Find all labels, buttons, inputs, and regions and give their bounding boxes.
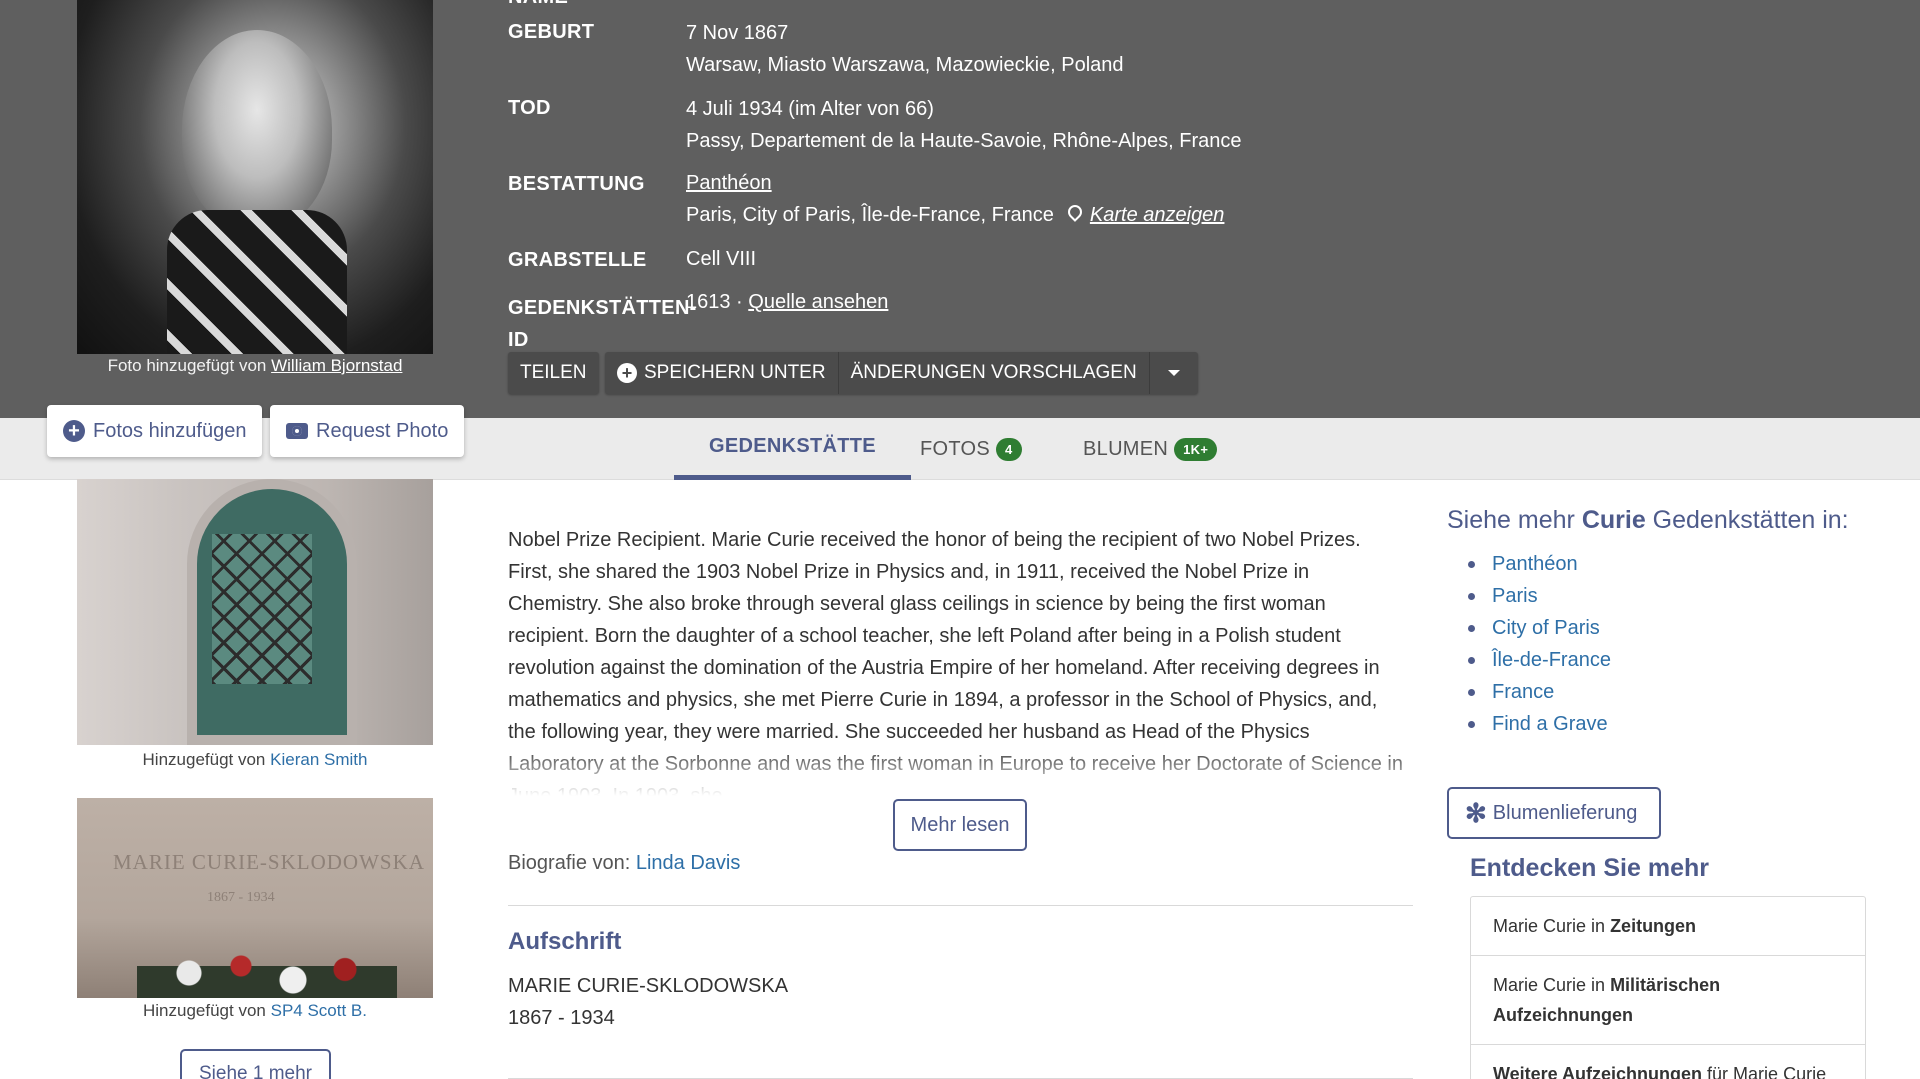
discover-more-records-link[interactable]: Weitere Aufzeichnungen für Marie Curie [1471, 1045, 1865, 1079]
request-photo-label: Request Photo [316, 419, 449, 442]
portrait-collar [167, 210, 347, 354]
burial-place: Paris, City of Paris, Île-de-France, Fra… [686, 204, 1054, 226]
save-to-button[interactable]: + SPEICHERN UNTER [605, 352, 839, 394]
memorial-id-value: 1613 · Quelle ansehen [686, 286, 888, 318]
bio-author: Biografie von: Linda Davis [508, 852, 740, 875]
flower-icon: ✻ [1465, 797, 1487, 828]
death-label: TOD [508, 97, 551, 119]
show-map-link[interactable]: Karte anzeigen [1090, 204, 1225, 226]
tomb-flowers [137, 938, 397, 998]
death-value: 4 Juli 1934 (im Alter von 66) Passy, Dep… [686, 93, 1241, 157]
location-link-pantheon[interactable]: Panthéon [1466, 548, 1611, 580]
cemetery-link[interactable]: Panthéon [686, 172, 772, 194]
birth-date: 7 Nov 1867 [686, 22, 789, 44]
birth-place: Warsaw, Miasto Warszawa, Mazowieckie, Po… [686, 54, 1124, 76]
request-photo-button[interactable]: Request Photo [270, 405, 465, 457]
flowers-count-badge: 1K+ [1174, 437, 1218, 461]
name-label: NAME [508, 0, 568, 9]
contributor-link[interactable]: SP4 Scott B. [271, 1001, 367, 1020]
caption-prefix: Hinzugefügt von [143, 1001, 266, 1020]
location-link-find-a-grave[interactable]: Find a Grave [1466, 708, 1611, 740]
memorial-id-label-line1: GEDENKSTÄTTEN- [508, 297, 697, 319]
location-list: Panthéon Paris City of Paris Île-de-Fran… [1466, 548, 1611, 740]
plot-label: GRABSTELLE [508, 249, 647, 271]
inscription-line: 1867 - 1934 [508, 1007, 615, 1029]
thumbnail-caption: Hinzugefügt von Kieran Smith [77, 750, 433, 770]
divider [508, 905, 1413, 906]
see-more-memorials-heading: Siehe mehr Curie Gedenkstätten in: [1447, 506, 1849, 535]
discover-item-prefix: Marie Curie in [1493, 975, 1606, 995]
tab-flowers[interactable]: BLUMEN 1K+ [1083, 418, 1218, 480]
caret-down-icon [1167, 370, 1180, 376]
main-photo-caption: Foto hinzugefügt von William Bjornstad [77, 356, 433, 376]
location-link-france[interactable]: France [1466, 676, 1611, 708]
thumbnail-caption: Hinzugefügt von SP4 Scott B. [77, 1001, 433, 1021]
crypt-door-photo[interactable] [77, 479, 433, 745]
location-link-ile-de-france[interactable]: Île-de-France [1466, 644, 1611, 676]
flower-delivery-label: Blumenlieferung [1492, 801, 1638, 824]
camera-icon [286, 423, 308, 439]
add-photos-button[interactable]: + Fotos hinzufügen [47, 405, 263, 457]
inscription-text: MARIE CURIE-SKLODOWSKA 1867 - 1934 [508, 970, 788, 1034]
engraved-name: MARIE CURIE-SKLODOWSKA [113, 850, 425, 874]
location-link-paris[interactable]: Paris [1466, 580, 1611, 612]
caption-prefix: Foto hinzugefügt von [107, 356, 267, 375]
add-photos-label: Fotos hinzufügen [93, 419, 247, 442]
death-date: 4 Juli 1934 (im Alter von 66) [686, 98, 934, 120]
birth-value: 7 Nov 1867 Warsaw, Miasto Warszawa, Mazo… [686, 17, 1124, 81]
view-source-link[interactable]: Quelle ansehen [748, 291, 888, 313]
tab-flowers-label: BLUMEN [1083, 437, 1169, 460]
discover-item-bold: Zeitungen [1610, 916, 1697, 936]
bio-author-label: Biografie von: [508, 852, 631, 874]
discover-item-prefix: Marie Curie in [1493, 916, 1606, 936]
death-place: Passy, Departement de la Haute-Savoie, R… [686, 130, 1242, 152]
tomb-inscription-photo[interactable]: MARIE CURIE-SKLODOWSKA 1867 - 1934 [77, 798, 433, 998]
plot-value: Cell VIII [686, 248, 757, 270]
discover-item-suffix: für Marie Curie [1707, 1064, 1827, 1079]
engraved-years: 1867 - 1934 [207, 890, 275, 905]
share-button[interactable]: TEILEN [508, 352, 599, 394]
birth-label: GEBURT [508, 21, 595, 43]
plus-circle-icon: + [63, 420, 85, 442]
map-pin-icon [1064, 202, 1085, 222]
bio-author-link[interactable]: Linda Davis [636, 852, 741, 874]
tab-memorial-label: GEDENKSTÄTTE [709, 435, 876, 457]
inscription-title: Aufschrift [508, 928, 622, 955]
read-more-button[interactable]: Mehr lesen [893, 799, 1027, 851]
discover-military-records-link[interactable]: Marie Curie in Militärischen Aufzeichnun… [1471, 956, 1865, 1045]
location-link-city-of-paris[interactable]: City of Paris [1466, 612, 1611, 644]
photos-count-badge: 4 [996, 437, 1022, 461]
tab-photos-label: FOTOS [920, 437, 991, 460]
photo-author-link[interactable]: William Bjornstad [271, 356, 402, 375]
discover-more-list: Marie Curie in Zeitungen Marie Curie in … [1470, 896, 1866, 1079]
door-grill [212, 534, 312, 684]
discover-item-bold: Weitere Aufzeichnungen [1493, 1064, 1703, 1079]
action-button-group: + SPEICHERN UNTER ÄNDERUNGEN VORSCHLAGEN [605, 352, 1198, 394]
memorial-id-label: GEDENKSTÄTTEN- ID [508, 292, 697, 356]
plus-circle-icon: + [617, 363, 637, 383]
heading-prefix: Siehe mehr [1447, 506, 1575, 534]
more-actions-dropdown[interactable] [1150, 352, 1198, 394]
inscription-line: MARIE CURIE-SKLODOWSKA [508, 975, 789, 997]
tab-photos[interactable]: FOTOS 4 [920, 418, 1022, 480]
main-portrait-photo[interactable] [77, 0, 433, 354]
tab-memorial[interactable]: GEDENKSTÄTTE [674, 418, 911, 480]
bio-fade-overlay [500, 745, 1420, 805]
contributor-link[interactable]: Kieran Smith [270, 750, 367, 769]
burial-label: BESTATTUNG [508, 173, 645, 195]
portrait-face [182, 30, 332, 230]
heading-surname: Curie [1581, 506, 1646, 534]
discover-newspapers-link[interactable]: Marie Curie in Zeitungen [1471, 897, 1865, 956]
discover-more-heading: Entdecken Sie mehr [1470, 854, 1709, 882]
see-more-photos-button[interactable]: Siehe 1 mehr [180, 1049, 331, 1079]
memorial-id: 1613 · [686, 291, 743, 313]
flower-delivery-button[interactable]: ✻ Blumenlieferung [1447, 787, 1661, 839]
save-to-label: SPEICHERN UNTER [644, 362, 826, 383]
caption-prefix: Hinzugefügt von [142, 750, 266, 769]
burial-value: Panthéon Paris, City of Paris, Île-de-Fr… [686, 167, 1224, 231]
suggest-edits-button[interactable]: ÄNDERUNGEN VORSCHLAGEN [839, 352, 1150, 394]
heading-suffix: Gedenkstätten in: [1652, 506, 1849, 534]
